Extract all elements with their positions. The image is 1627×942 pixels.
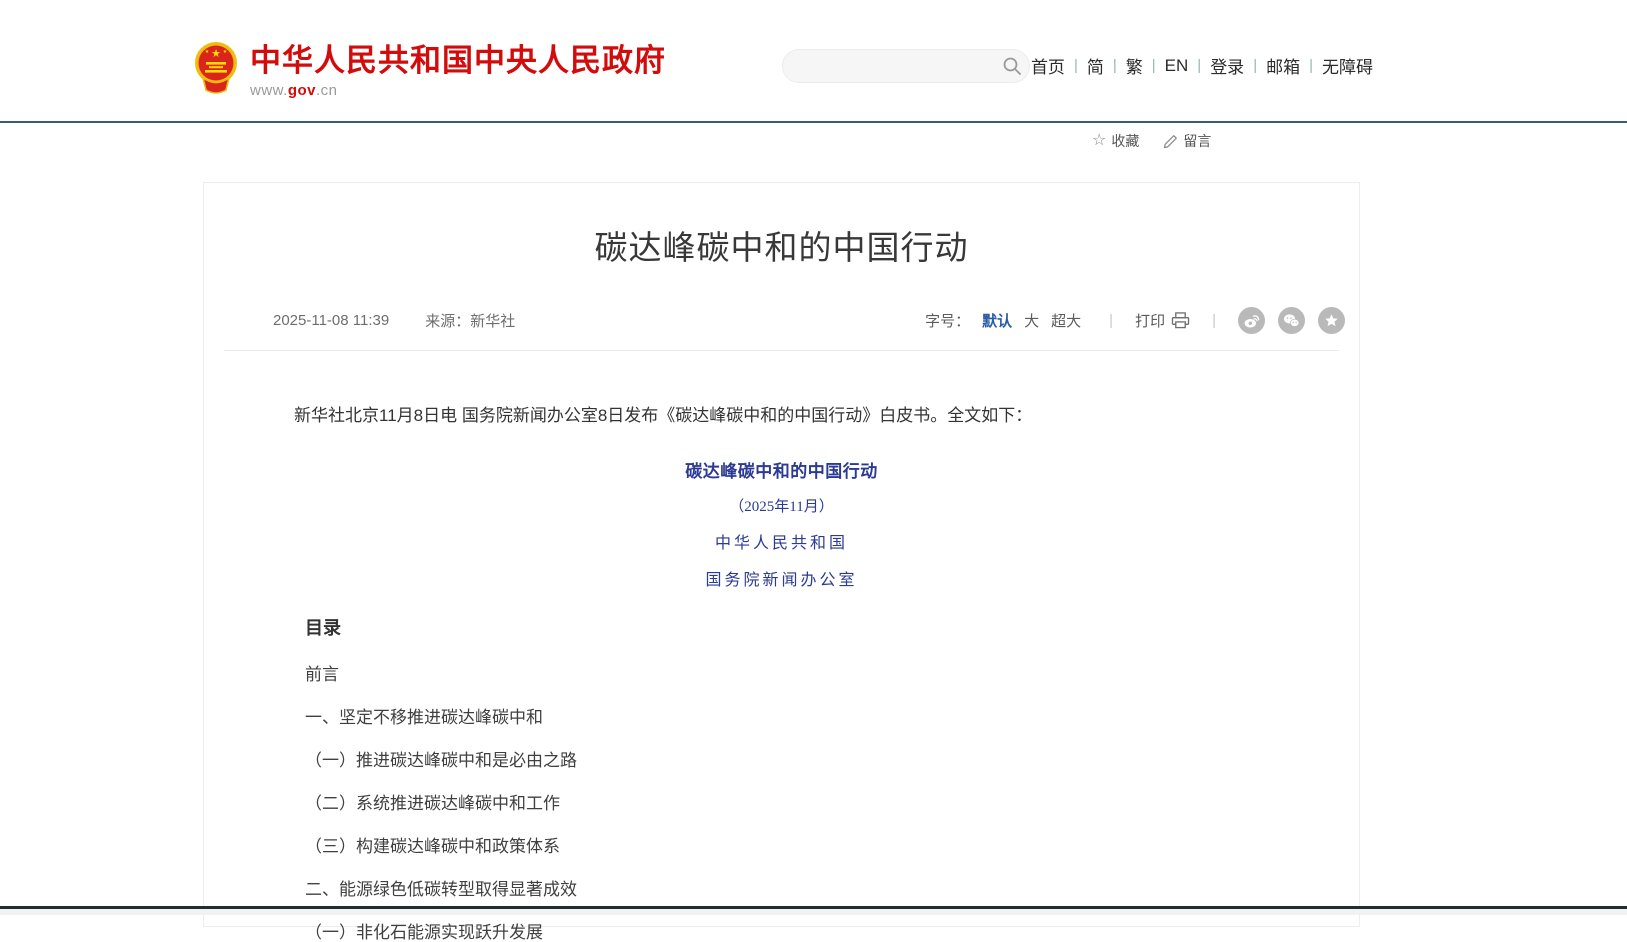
- site-identity: 中华人民共和国中央人民政府 www.gov.cn: [250, 44, 666, 99]
- share-more-button[interactable]: [1318, 307, 1345, 334]
- header-inner: ★ ★ ★ 中华人民共和国中央人民政府 www.gov.cn 首页 | 简 |: [193, 0, 1373, 122]
- search-icon: [1002, 56, 1022, 76]
- nav-separator: |: [1113, 57, 1117, 74]
- nav-accessibility[interactable]: 无障碍: [1322, 53, 1373, 78]
- source-label: 来源：: [425, 310, 470, 331]
- nav-separator: |: [1309, 57, 1313, 74]
- nav-mail[interactable]: 邮箱: [1266, 53, 1300, 78]
- message-label: 留言: [1183, 131, 1211, 151]
- toc-heading: 目录: [305, 614, 1359, 640]
- svg-text:★: ★: [205, 49, 210, 55]
- url-prefix: www.: [250, 82, 288, 99]
- toc-item-1-3: （三）构建碳达峰碳中和政策体系: [305, 838, 1359, 855]
- message-button[interactable]: 留言: [1163, 131, 1211, 151]
- site-title[interactable]: 中华人民共和国中央人民政府: [250, 44, 666, 78]
- search-input[interactable]: [783, 50, 995, 82]
- share-icons: [1238, 307, 1345, 334]
- share-weibo-button[interactable]: [1238, 307, 1265, 334]
- site-header: ★ ★ ★ 中华人民共和国中央人民政府 www.gov.cn 首页 | 简 |: [0, 0, 1627, 122]
- viewport-bottom-line: [0, 906, 1627, 909]
- page-actions: ☆ 收藏 留言: [1092, 131, 1211, 151]
- nav-home[interactable]: 首页: [1031, 53, 1065, 78]
- url-suffix: .cn: [316, 82, 338, 99]
- toc-item-1-2: （二）系统推进碳达峰碳中和工作: [305, 795, 1359, 812]
- toc-item-2-1: （一）非化石能源实现跃升发展: [305, 924, 1359, 941]
- header-divider-line: [0, 121, 1627, 123]
- article-meta-row: 2025-11-08 11:39 来源： 新华社 字号： 默认 大 超大 | 打…: [204, 307, 1359, 334]
- nav-separator: |: [1253, 57, 1257, 74]
- favorite-label: 收藏: [1111, 131, 1139, 151]
- publish-date: 2025-11-08 11:39: [273, 312, 389, 329]
- search-button[interactable]: [995, 49, 1029, 83]
- favorite-button[interactable]: ☆ 收藏: [1092, 131, 1139, 151]
- article-meta: 2025-11-08 11:39 来源： 新华社: [273, 310, 515, 331]
- star-icon: [1323, 312, 1340, 329]
- share-wechat-button[interactable]: [1278, 307, 1305, 334]
- nav-login[interactable]: 登录: [1210, 53, 1244, 78]
- nav-separator: |: [1152, 57, 1156, 74]
- article-controls: 字号： 默认 大 超大 | 打印 |: [925, 307, 1345, 334]
- wechat-icon: [1282, 311, 1301, 330]
- toc-item-preface: 前言: [305, 666, 1359, 683]
- document-date: （2025年11月）: [204, 495, 1359, 516]
- font-size-xlarge[interactable]: 超大: [1051, 310, 1081, 331]
- document-org-line1: 中华人民共和国: [204, 529, 1359, 553]
- controls-separator: |: [1109, 312, 1113, 329]
- toc-item-1: 一、坚定不移推进碳达峰碳中和: [305, 709, 1359, 726]
- weibo-icon: [1242, 311, 1261, 330]
- printer-icon: [1171, 312, 1190, 329]
- url-gov: gov: [288, 82, 316, 99]
- footer-strip: [0, 909, 1627, 915]
- nav-english[interactable]: EN: [1165, 56, 1189, 76]
- print-label: 打印: [1135, 310, 1165, 331]
- top-nav: 首页 | 简 | 繁 | EN | 登录 | 邮箱 | 无障碍: [1031, 53, 1373, 78]
- pencil-icon: [1163, 134, 1178, 149]
- article-card: 碳达峰碳中和的中国行动 2025-11-08 11:39 来源： 新华社 字号：…: [203, 182, 1360, 927]
- document-title: 碳达峰碳中和的中国行动: [204, 457, 1359, 482]
- nav-traditional[interactable]: 繁: [1126, 53, 1143, 78]
- table-of-contents: 目录 前言 一、坚定不移推进碳达峰碳中和 （一）推进碳达峰碳中和是必由之路 （二…: [305, 614, 1359, 941]
- controls-separator: |: [1212, 312, 1216, 329]
- nav-separator: |: [1197, 57, 1201, 74]
- font-size-default[interactable]: 默认: [982, 310, 1012, 331]
- document-org-line2: 国务院新闻办公室: [204, 566, 1359, 590]
- site-url: www.gov.cn: [250, 82, 666, 99]
- svg-text:★: ★: [211, 48, 221, 60]
- toc-item-2: 二、能源绿色低碳转型取得显著成效: [305, 881, 1359, 898]
- national-emblem-logo[interactable]: ★ ★ ★: [193, 40, 239, 98]
- article-title: 碳达峰碳中和的中国行动: [204, 221, 1359, 269]
- nav-simplified[interactable]: 简: [1087, 53, 1104, 78]
- svg-text:★: ★: [223, 49, 228, 55]
- toc-item-1-1: （一）推进碳达峰碳中和是必由之路: [305, 752, 1359, 769]
- font-size-label: 字号：: [925, 310, 970, 331]
- font-size-large[interactable]: 大: [1024, 310, 1039, 331]
- lead-paragraph: 新华社北京11月8日电 国务院新闻办公室8日发布《碳达峰碳中和的中国行动》白皮书…: [260, 403, 1303, 429]
- search-box: [782, 49, 1030, 83]
- meta-divider: [224, 350, 1339, 351]
- print-button[interactable]: 打印: [1135, 310, 1190, 331]
- star-outline-icon: ☆: [1092, 134, 1106, 148]
- nav-separator: |: [1074, 57, 1078, 74]
- source-value: 新华社: [470, 310, 515, 331]
